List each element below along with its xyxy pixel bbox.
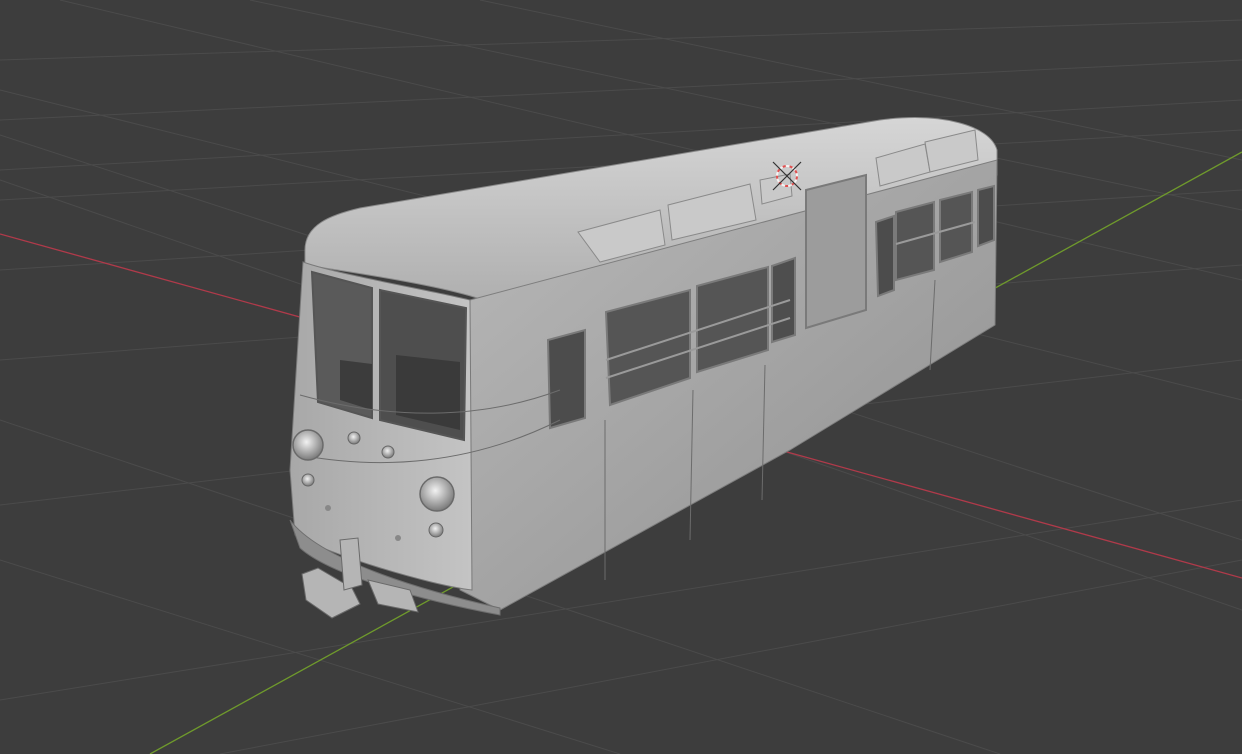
- marker-light: [301, 473, 315, 487]
- viewport-canvas[interactable]: [0, 0, 1242, 754]
- side-window: [895, 200, 935, 282]
- headlamp-left: [292, 429, 324, 461]
- side-window: [874, 214, 895, 298]
- marker-light: [347, 431, 361, 445]
- front-fitting: [395, 535, 401, 541]
- marker-light: [381, 445, 395, 459]
- headlamp-right: [419, 476, 455, 512]
- railcar-model[interactable]: [289, 117, 998, 619]
- side-window: [771, 256, 796, 344]
- side-window: [546, 328, 586, 430]
- marker-light: [428, 522, 444, 538]
- side-door: [805, 173, 867, 330]
- 3d-cursor-icon[interactable]: [772, 161, 802, 191]
- side-window: [977, 184, 995, 248]
- front-fitting: [325, 505, 331, 511]
- 3d-viewport[interactable]: [0, 0, 1242, 754]
